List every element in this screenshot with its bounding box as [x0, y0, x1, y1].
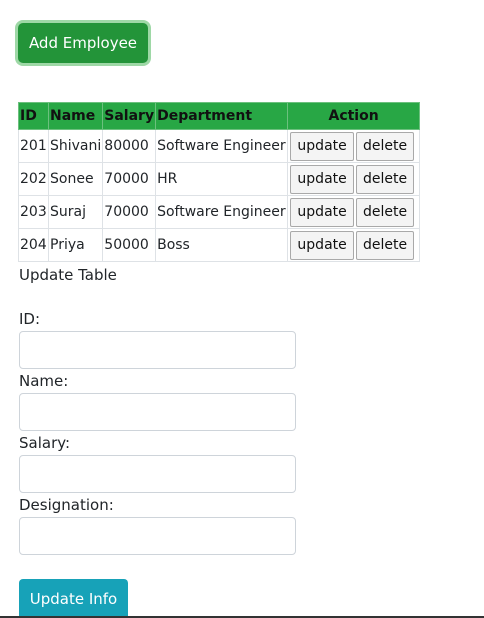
update-info-button[interactable]: Update Info: [19, 579, 128, 618]
update-button[interactable]: update: [290, 197, 355, 227]
delete-button[interactable]: delete: [356, 230, 415, 260]
delete-button[interactable]: delete: [356, 197, 415, 227]
cell-actions: update delete: [287, 129, 421, 163]
id-field[interactable]: [19, 331, 296, 369]
column-header-salary: Salary: [102, 102, 157, 130]
designation-label: Designation:: [19, 496, 114, 514]
cell-id: 202: [18, 162, 49, 196]
table-row: 204 Priya 50000 Boss update delete: [18, 228, 421, 262]
table-header-row: ID Name Salary Department Action: [18, 102, 421, 130]
name-field[interactable]: [19, 393, 296, 431]
salary-field[interactable]: [19, 455, 296, 493]
update-button[interactable]: update: [290, 164, 355, 194]
cell-id: 203: [18, 195, 49, 229]
salary-label: Salary:: [19, 434, 71, 452]
delete-button[interactable]: delete: [356, 164, 415, 194]
cell-department: Boss: [155, 228, 289, 262]
column-header-action: Action: [287, 102, 421, 130]
cell-department: Software Engineer: [155, 129, 289, 163]
cell-salary: 70000: [102, 195, 157, 229]
cell-salary: 70000: [102, 162, 157, 196]
cell-id: 201: [18, 129, 49, 163]
cell-actions: update delete: [287, 228, 421, 262]
update-button[interactable]: update: [290, 131, 355, 161]
designation-field[interactable]: [19, 517, 296, 555]
id-label: ID:: [19, 310, 41, 328]
table-row: 203 Suraj 70000 Software Engineer update…: [18, 195, 421, 229]
name-label: Name:: [19, 372, 69, 390]
cell-salary: 50000: [102, 228, 157, 262]
cell-actions: update delete: [287, 162, 421, 196]
column-header-id: ID: [18, 102, 49, 130]
column-header-name: Name: [47, 102, 104, 130]
cell-salary: 80000: [102, 129, 157, 163]
cell-id: 204: [18, 228, 49, 262]
cell-actions: update delete: [287, 195, 421, 229]
cell-department: HR: [155, 162, 289, 196]
table-row: 201 Shivani 80000 Software Engineer upda…: [18, 129, 421, 163]
cell-name: Priya: [47, 228, 104, 262]
cell-name: Shivani: [47, 129, 104, 163]
cell-department: Software Engineer: [155, 195, 289, 229]
cell-name: Suraj: [47, 195, 104, 229]
add-employee-button[interactable]: Add Employee: [18, 23, 148, 63]
cell-name: Sonee: [47, 162, 104, 196]
form-title: Update Table: [19, 266, 117, 284]
table-row: 202 Sonee 70000 HR update delete: [18, 162, 421, 196]
column-header-department: Department: [155, 102, 289, 130]
update-button[interactable]: update: [290, 230, 355, 260]
employee-table: ID Name Salary Department Action 201 Shi…: [18, 102, 421, 262]
delete-button[interactable]: delete: [356, 131, 415, 161]
